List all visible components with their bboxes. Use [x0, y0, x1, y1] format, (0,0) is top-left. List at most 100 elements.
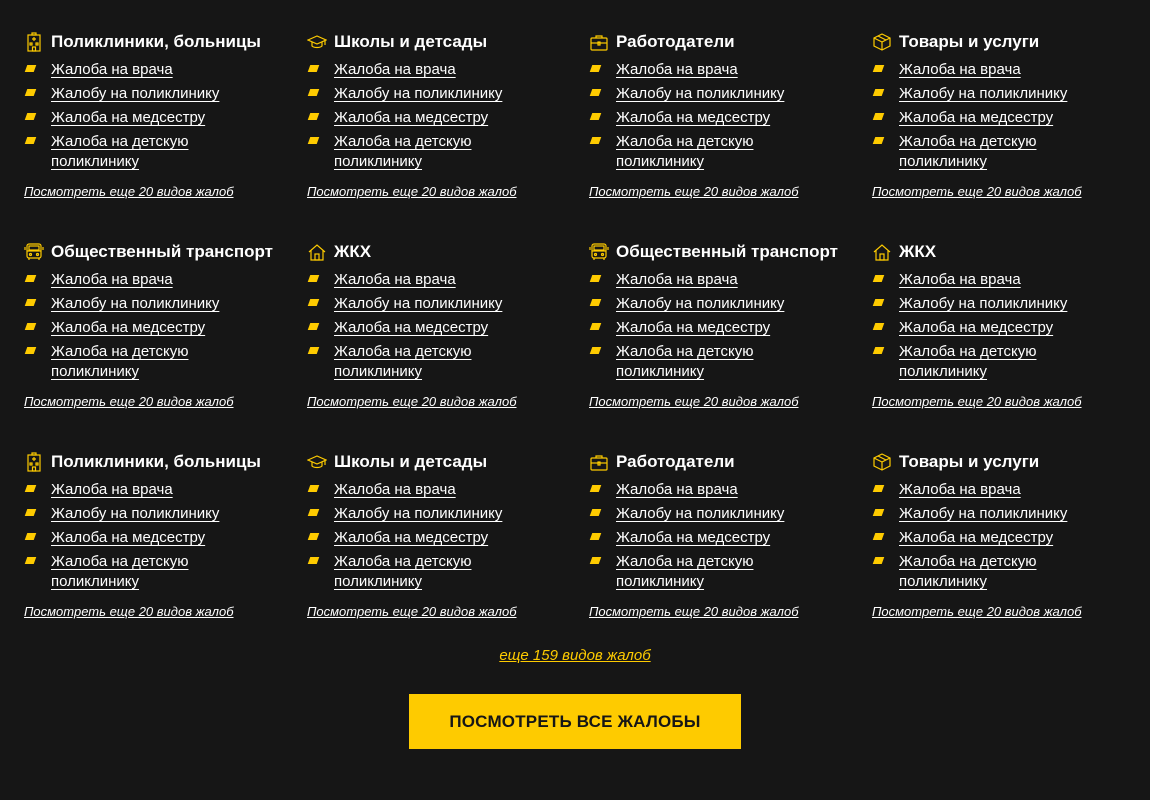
complaint-link[interactable]: Жалоба на детскую поликлинику — [899, 552, 1099, 592]
complaint-link[interactable]: Жалоба на медсестру — [616, 318, 770, 338]
complaint-list-item: Жалобу на поликлинику — [24, 84, 251, 104]
bullet-marker — [589, 299, 602, 306]
complaint-link[interactable]: Жалоба на врача — [899, 60, 1021, 80]
bullet-marker — [24, 557, 37, 564]
category-block: Поликлиники, больницы Жалоба на врача Жало… — [24, 451, 286, 619]
complaint-link[interactable]: Жалобу на поликлинику — [51, 504, 219, 524]
more-complaint-types-link[interactable]: еще 159 видов жалоб — [0, 647, 1150, 664]
complaint-link[interactable]: Жалоба на врача — [334, 60, 456, 80]
complaint-link[interactable]: Жалоба на медсестру — [899, 528, 1053, 548]
category-title: Поликлиники, больницы — [51, 452, 261, 471]
complaint-link[interactable]: Жалоба на медсестру — [51, 528, 205, 548]
complaint-list: Жалоба на врача Жалобу на поликлинику Жало… — [24, 270, 251, 386]
see-more-complaints-link[interactable]: Посмотреть еще 20 видов жалоб — [24, 394, 234, 409]
bullet-marker — [872, 275, 885, 282]
complaint-list: Жалоба на врача Жалобу на поликлинику Жало… — [307, 480, 534, 596]
complaint-link[interactable]: Жалобу на поликлинику — [334, 294, 502, 314]
see-more-complaints-link[interactable]: Посмотреть еще 20 видов жалоб — [307, 394, 517, 409]
complaint-link[interactable]: Жалоба на детскую поликлинику — [334, 552, 534, 592]
bullet-marker — [307, 113, 320, 120]
complaint-list-item: Жалоба на медсестру — [307, 108, 534, 128]
complaint-list-item: Жалоба на медсестру — [872, 318, 1099, 338]
complaint-link[interactable]: Жалоба на медсестру — [616, 108, 770, 128]
complaint-link[interactable]: Жалоба на детскую поликлинику — [51, 342, 251, 382]
bullet-marker — [872, 65, 885, 72]
category-title: ЖКХ — [899, 242, 937, 261]
view-all-complaints-button[interactable]: ПОСМОТРЕТЬ ВСЕ ЖАЛОБЫ — [409, 694, 741, 749]
see-more-complaints-link[interactable]: Посмотреть еще 20 видов жалоб — [307, 604, 517, 619]
complaint-link[interactable]: Жалоба на врача — [616, 480, 738, 500]
bus-icon — [24, 242, 44, 262]
complaint-link[interactable]: Жалобу на поликлинику — [51, 294, 219, 314]
complaint-link[interactable]: Жалоба на врача — [334, 480, 456, 500]
complaint-link[interactable]: Жалоба на медсестру — [899, 318, 1053, 338]
complaint-link[interactable]: Жалобу на поликлинику — [334, 504, 502, 524]
complaint-link[interactable]: Жалоба на детскую поликлинику — [334, 132, 534, 172]
bullet-marker — [872, 299, 885, 306]
complaint-link[interactable]: Жалоба на врача — [616, 60, 738, 80]
complaint-list-item: Жалоба на медсестру — [589, 528, 816, 548]
see-more-complaints-link[interactable]: Посмотреть еще 20 видов жалоб — [589, 604, 799, 619]
graduation-cap-icon — [306, 452, 328, 472]
complaint-list-item: Жалоба на детскую поликлинику — [307, 552, 534, 592]
complaint-link[interactable]: Жалоба на медсестру — [334, 318, 488, 338]
complaint-link[interactable]: Жалоба на медсестру — [334, 108, 488, 128]
complaint-link[interactable]: Жалобу на поликлинику — [899, 294, 1067, 314]
complaint-link[interactable]: Жалоба на врача — [51, 480, 173, 500]
complaint-list-item: Жалоба на врача — [589, 270, 816, 290]
bullet-marker — [872, 113, 885, 120]
complaint-list-item: Жалоба на детскую поликлинику — [872, 552, 1099, 592]
complaint-link[interactable]: Жалобу на поликлинику — [616, 504, 784, 524]
category-block: Товары и услуги Жалоба на врача Жалобу на … — [872, 31, 1134, 199]
bullet-marker — [24, 485, 37, 492]
complaint-link[interactable]: Жалоба на врача — [51, 60, 173, 80]
complaint-list-item: Жалоба на детскую поликлинику — [24, 552, 251, 592]
complaint-link[interactable]: Жалоба на детскую поликлинику — [51, 552, 251, 592]
bullet-marker — [872, 485, 885, 492]
see-more-complaints-link[interactable]: Посмотреть еще 20 видов жалоб — [24, 184, 234, 199]
complaint-link[interactable]: Жалоба на детскую поликлинику — [616, 132, 816, 172]
complaint-link[interactable]: Жалоба на врача — [616, 270, 738, 290]
complaint-link[interactable]: Жалоба на детскую поликлинику — [51, 132, 251, 172]
see-more-complaints-link[interactable]: Посмотреть еще 20 видов жалоб — [307, 184, 517, 199]
complaint-list-item: Жалоба на медсестру — [307, 528, 534, 548]
complaint-link[interactable]: Жалоба на врача — [899, 270, 1021, 290]
bullet-marker — [872, 557, 885, 564]
graduation-cap-icon — [306, 32, 328, 52]
complaint-link[interactable]: Жалоба на медсестру — [334, 528, 488, 548]
category-title: Товары и услуги — [899, 452, 1040, 471]
complaint-list-item: Жалоба на врача — [872, 270, 1099, 290]
complaint-link[interactable]: Жалоба на медсестру — [899, 108, 1053, 128]
complaint-link[interactable]: Жалоба на детскую поликлинику — [334, 342, 534, 382]
see-more-complaints-link[interactable]: Посмотреть еще 20 видов жалоб — [24, 604, 234, 619]
complaint-link[interactable]: Жалобу на поликлинику — [51, 84, 219, 104]
complaint-link[interactable]: Жалобу на поликлинику — [616, 84, 784, 104]
complaint-link[interactable]: Жалоба на медсестру — [51, 108, 205, 128]
bullet-marker — [872, 347, 885, 354]
see-more-complaints-link[interactable]: Посмотреть еще 20 видов жалоб — [589, 184, 799, 199]
see-more-complaints-link[interactable]: Посмотреть еще 20 видов жалоб — [872, 394, 1082, 409]
complaint-link[interactable]: Жалоба на детскую поликлинику — [616, 552, 816, 592]
see-more-complaints-link[interactable]: Посмотреть еще 20 видов жалоб — [872, 604, 1082, 619]
complaint-link[interactable]: Жалоба на медсестру — [51, 318, 205, 338]
see-more-complaints-link[interactable]: Посмотреть еще 20 видов жалоб — [872, 184, 1082, 199]
see-more-complaints-link[interactable]: Посмотреть еще 20 видов жалоб — [589, 394, 799, 409]
category-header: Школы и детсады — [306, 451, 569, 475]
complaint-list-item: Жалоба на врача — [24, 60, 251, 80]
complaint-link[interactable]: Жалобу на поликлинику — [616, 294, 784, 314]
complaint-link[interactable]: Жалобу на поликлинику — [899, 504, 1067, 524]
complaint-list: Жалоба на врача Жалобу на поликлинику Жало… — [872, 480, 1099, 596]
complaint-link[interactable]: Жалоба на детскую поликлинику — [899, 342, 1099, 382]
bullet-marker — [24, 65, 37, 72]
complaint-link[interactable]: Жалобу на поликлинику — [334, 84, 502, 104]
bullet-marker — [24, 113, 37, 120]
complaint-link[interactable]: Жалоба на детскую поликлинику — [616, 342, 816, 382]
complaint-link[interactable]: Жалоба на врача — [899, 480, 1021, 500]
complaint-list-item: Жалоба на медсестру — [589, 108, 816, 128]
complaint-link[interactable]: Жалоба на врача — [51, 270, 173, 290]
complaint-link[interactable]: Жалоба на врача — [334, 270, 456, 290]
complaint-link[interactable]: Жалобу на поликлинику — [899, 84, 1067, 104]
complaint-link[interactable]: Жалоба на детскую поликлинику — [899, 132, 1099, 172]
complaint-link[interactable]: Жалоба на медсестру — [616, 528, 770, 548]
category-block: Товары и услуги Жалоба на врача Жалобу на … — [872, 451, 1134, 619]
